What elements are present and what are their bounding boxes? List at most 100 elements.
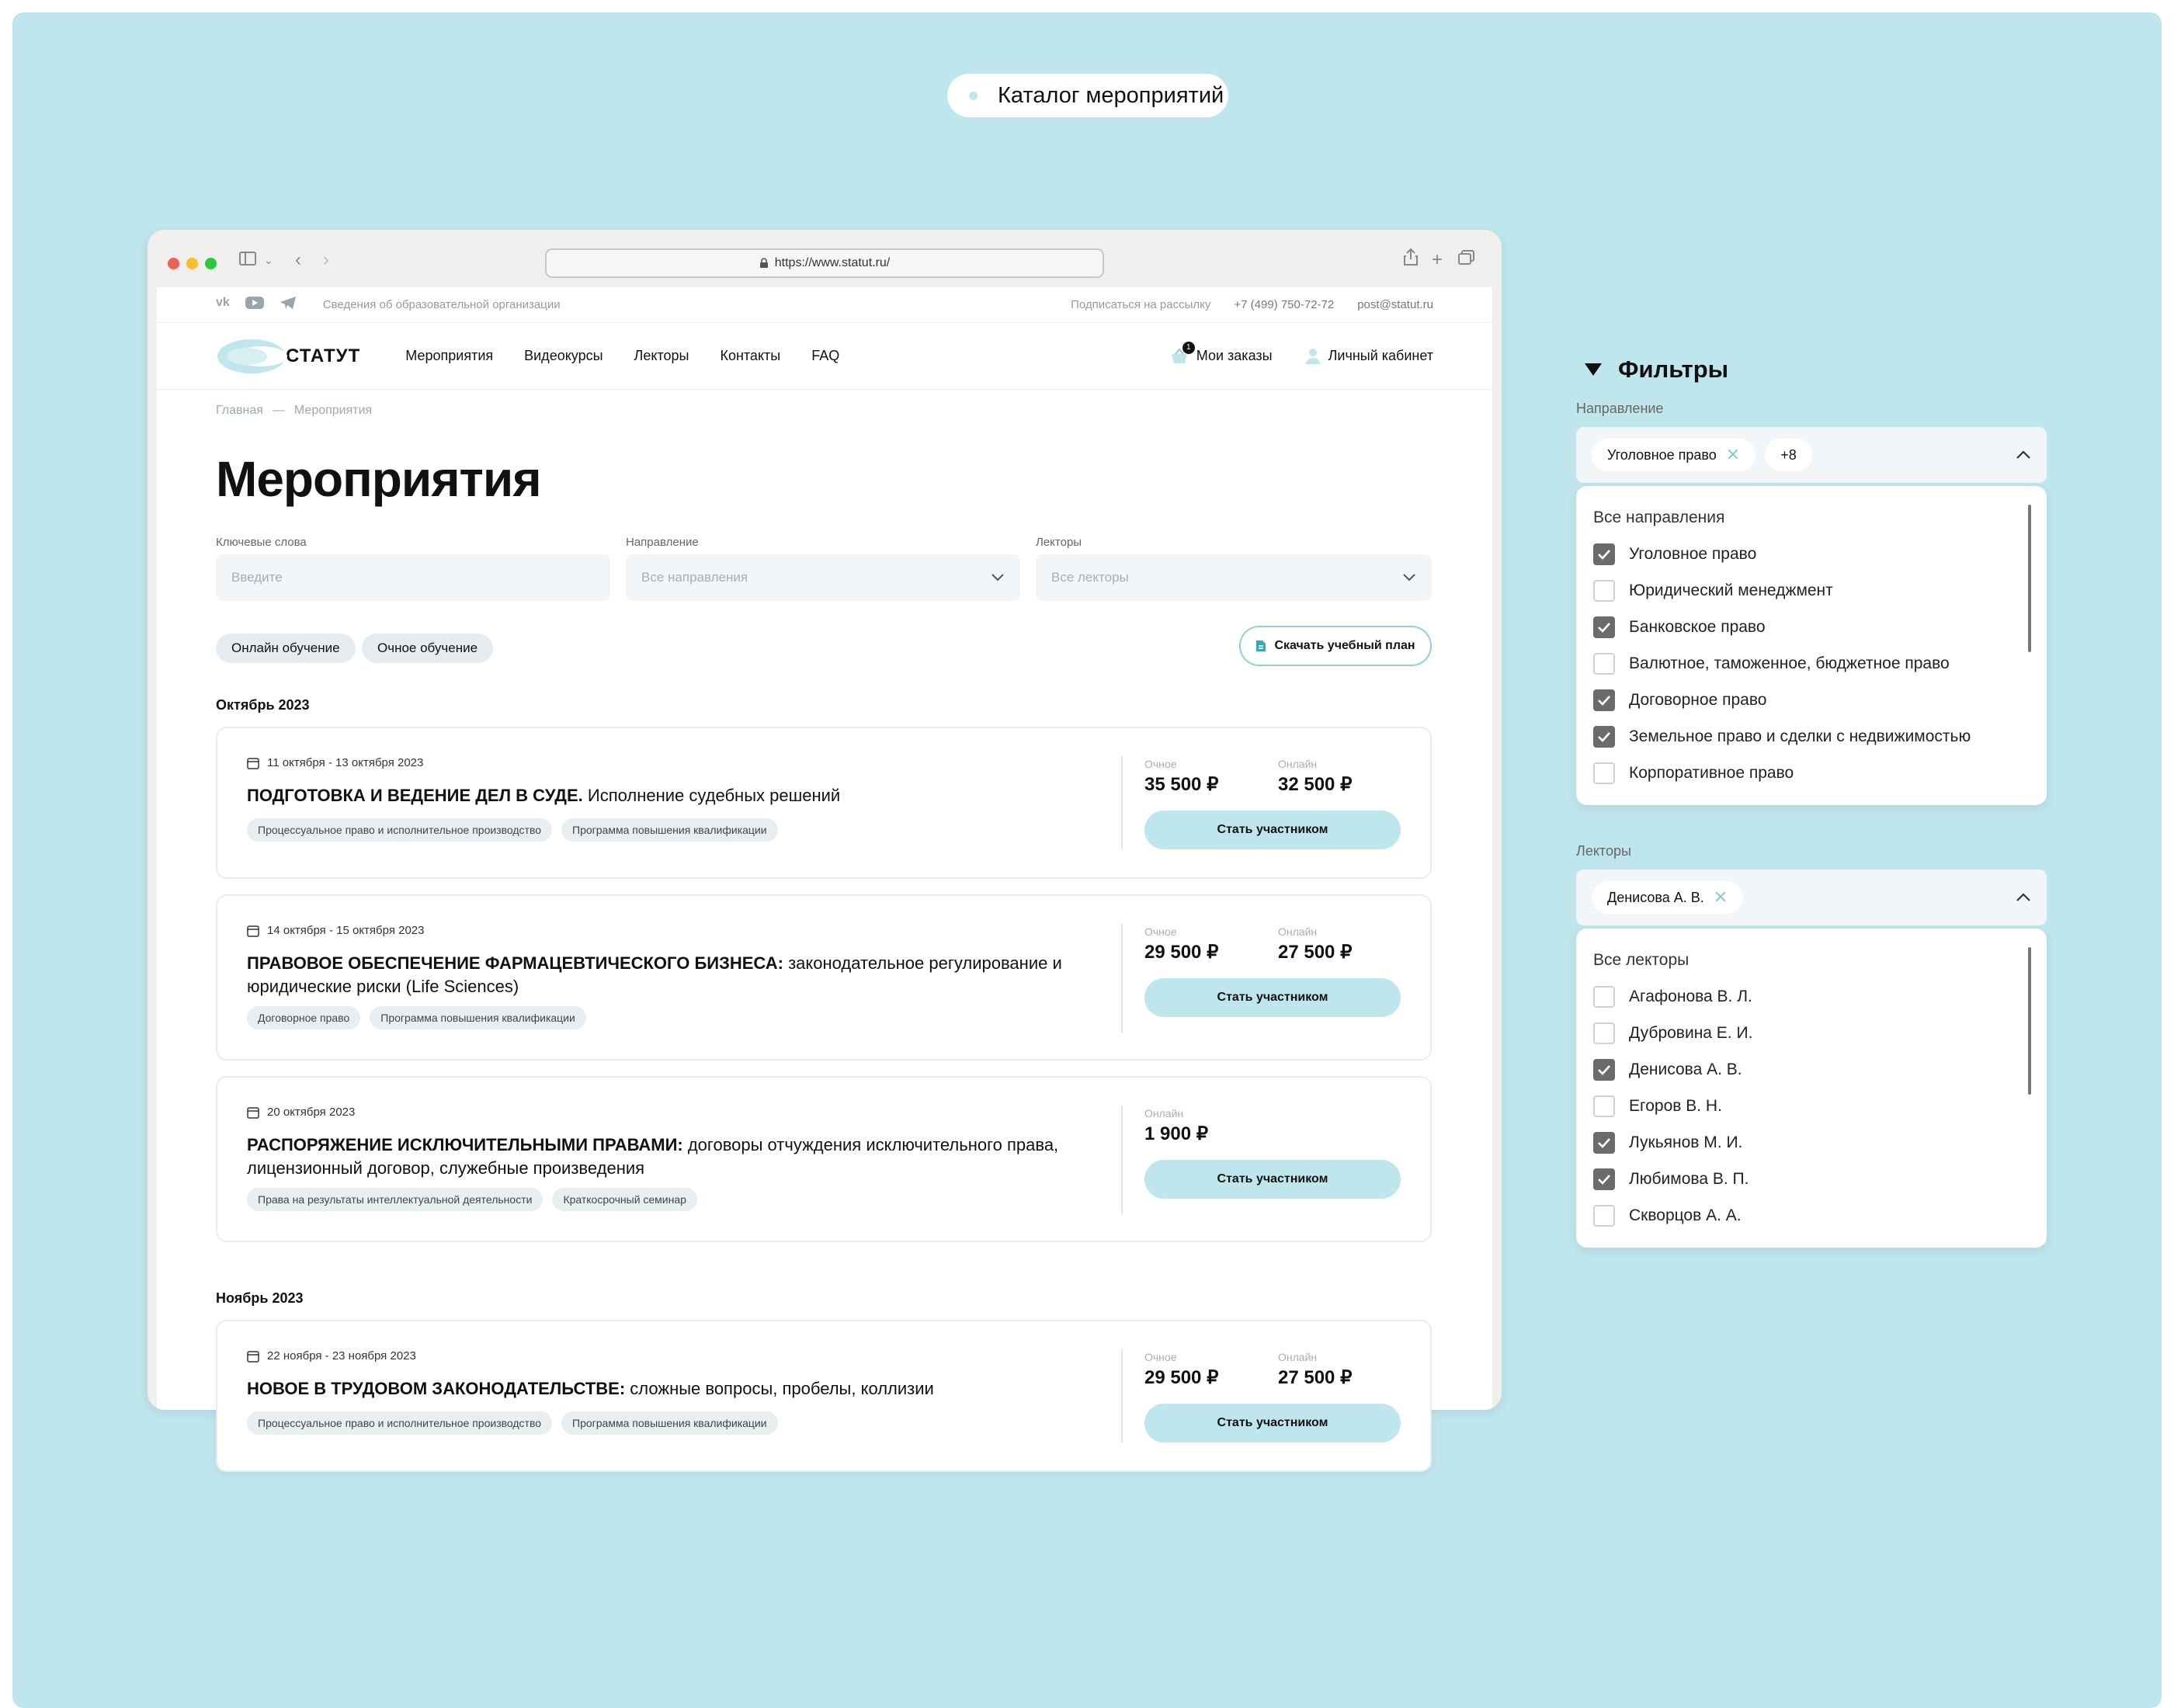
join-button[interactable]: Стать участником (1144, 1160, 1401, 1199)
checkbox-3[interactable] (1593, 652, 1615, 675)
event-title[interactable]: ПОДГОТОВКА И ВЕДЕНИЕ ДЕЛ В СУДЕ. Исполне… (247, 784, 1101, 807)
month-heading: Октябрь 2023 (216, 697, 310, 713)
event-card[interactable]: 14 октября - 15 октября 2023 ПРАВОВОЕ ОБ… (216, 894, 1432, 1061)
dropdown-option[interactable]: Земельное право и сделки с недвижимостью (1593, 718, 2030, 755)
event-card[interactable]: 20 октября 2023 РАСПОРЯЖЕНИЕ ИСКЛЮЧИТЕЛЬ… (216, 1076, 1432, 1242)
chevron-up-icon[interactable] (2016, 893, 2031, 902)
chip-offline[interactable]: Очное обучение (362, 634, 494, 663)
personal-cabinet-button[interactable]: Личный кабинет (1305, 348, 1433, 365)
event-card[interactable]: 22 ноября - 23 ноября 2023 НОВОЕ В ТРУДО… (216, 1320, 1432, 1472)
selected-tag[interactable]: Уголовное право ✕ (1592, 439, 1756, 471)
more-count-badge[interactable]: +8 (1765, 439, 1812, 471)
checkbox-l6[interactable] (1593, 1204, 1615, 1227)
dropdown-option[interactable]: Валютное, таможенное, бюджетное право (1593, 645, 2030, 682)
dropdown-all-option[interactable]: Все направления (1593, 500, 2030, 536)
vk-icon[interactable]: vk (216, 296, 230, 314)
dropdown-option[interactable]: Юридический менеджмент (1593, 572, 2030, 609)
dropdown-option[interactable]: Любимова В. П. (1593, 1161, 2030, 1197)
checkbox-4[interactable] (1593, 689, 1615, 711)
join-button[interactable]: Стать участником (1144, 1404, 1401, 1442)
new-tab-icon[interactable]: + (1432, 248, 1443, 272)
close-icon[interactable]: ✕ (1726, 445, 1740, 465)
share-icon[interactable] (1404, 248, 1418, 272)
nav-link-lecturers[interactable]: Лекторы (634, 348, 689, 364)
logo[interactable]: СТАТУТ (216, 337, 360, 376)
event-title[interactable]: ПРАВОВОЕ ОБЕСПЕЧЕНИЕ ФАРМАЦЕВТИЧЕСКОГО Б… (247, 952, 1101, 998)
join-button[interactable]: Стать участником (1144, 978, 1401, 1017)
close-window-icon[interactable] (168, 258, 179, 269)
maximize-window-icon[interactable] (205, 258, 217, 269)
back-icon[interactable]: ‹ (295, 248, 301, 272)
checkbox-l0[interactable] (1593, 985, 1615, 1008)
email-link[interactable]: post@statut.ru (1357, 298, 1433, 311)
event-title[interactable]: НОВОЕ В ТРУДОВОМ ЗАКОНОДАТЕЛЬСТВЕ: сложн… (247, 1377, 1101, 1401)
dropdown-option[interactable]: Лукьянов М. И. (1593, 1124, 2030, 1161)
chevron-down-icon[interactable]: ⌄ (264, 248, 273, 272)
dropdown-option[interactable]: Скворцов А. А. (1593, 1197, 2030, 1234)
scrollbar-thumb[interactable] (2028, 505, 2031, 652)
browser-window: ⌄ ‹ › https://www.statut.ru/ + vk Сведен… (148, 230, 1502, 1410)
checkbox-5[interactable] (1593, 725, 1615, 748)
chip-online[interactable]: Онлайн обучение (216, 634, 356, 663)
event-tag[interactable]: Программа повышения квалификации (561, 818, 778, 842)
my-orders-button[interactable]: 1 Мои заказы (1170, 341, 1273, 365)
catalog-pill: Каталог мероприятий (947, 74, 1228, 117)
dropdown-option[interactable]: Уголовное право (1593, 536, 2030, 572)
filters-toggle[interactable]: Фильтры (1584, 356, 1728, 384)
lecturers-select[interactable]: Все лекторы (1036, 554, 1432, 601)
checkbox-1[interactable] (1593, 579, 1615, 602)
youtube-icon[interactable] (245, 296, 264, 314)
checkbox-2[interactable] (1593, 616, 1615, 638)
dropdown-all-option[interactable]: Все лекторы (1593, 943, 2030, 978)
dropdown-option[interactable]: Договорное право (1593, 682, 2030, 718)
checkbox-l1[interactable] (1593, 1022, 1615, 1044)
event-tag[interactable]: Программа повышения квалификации (561, 1411, 778, 1435)
address-bar[interactable]: https://www.statut.ru/ (545, 248, 1104, 278)
checkbox-0[interactable] (1593, 543, 1615, 565)
download-plan-button[interactable]: Скачать учебный план (1239, 626, 1432, 666)
selected-tag[interactable]: Денисова А. В. ✕ (1592, 881, 1744, 914)
checkbox-l4[interactable] (1593, 1131, 1615, 1154)
nav-link-events[interactable]: Мероприятия (405, 348, 493, 364)
event-tag[interactable]: Договорное право (247, 1006, 361, 1029)
breadcrumb-home[interactable]: Главная (216, 404, 263, 418)
join-button[interactable]: Стать участником (1144, 811, 1401, 849)
telegram-icon[interactable] (280, 296, 297, 314)
dropdown-option[interactable]: Корпоративное право (1593, 755, 2030, 791)
subscribe-link[interactable]: Подписаться на рассылку (1071, 298, 1210, 311)
event-tag[interactable]: Программа повышения квалификации (370, 1006, 586, 1029)
nav-link-faq[interactable]: FAQ (811, 348, 839, 364)
close-icon[interactable]: ✕ (1714, 887, 1728, 908)
nav-link-contacts[interactable]: Контакты (720, 348, 780, 364)
dropdown-option[interactable]: Денисова А. В. (1593, 1051, 2030, 1088)
direction-filter-select[interactable]: Уголовное право ✕ +8 (1576, 427, 2047, 483)
keywords-input[interactable]: Введите (216, 554, 610, 601)
checkbox-l2[interactable] (1593, 1058, 1615, 1081)
dropdown-option[interactable]: Дубровина Е. И. (1593, 1015, 2030, 1051)
event-card[interactable]: 11 октября - 13 октября 2023 ПОДГОТОВКА … (216, 727, 1432, 879)
lecturers-filter-select[interactable]: Денисова А. В. ✕ (1576, 870, 2047, 925)
chevron-up-icon[interactable] (2016, 450, 2031, 460)
event-tag[interactable]: Краткосрочный семинар (552, 1188, 697, 1211)
nav-link-videocourses[interactable]: Видеокурсы (524, 348, 603, 364)
event-tag[interactable]: Процессуальное право и исполнительное пр… (247, 1411, 553, 1435)
forward-icon[interactable]: › (323, 248, 329, 272)
event-title[interactable]: РАСПОРЯЖЕНИЕ ИСКЛЮЧИТЕЛЬНЫМИ ПРАВАМИ: до… (247, 1133, 1101, 1180)
org-info-link[interactable]: Сведения об образовательной организации (323, 298, 561, 311)
event-tag[interactable]: Процессуальное право и исполнительное пр… (247, 818, 553, 842)
checkbox-6[interactable] (1593, 762, 1615, 784)
event-tag[interactable]: Права на результаты интеллектуальной дея… (247, 1188, 544, 1211)
dropdown-option[interactable]: Егоров В. Н. (1593, 1088, 2030, 1124)
direction-select[interactable]: Все направления (626, 554, 1020, 601)
checkbox-l5[interactable] (1593, 1168, 1615, 1190)
dropdown-option[interactable]: Агафонова В. Л. (1593, 978, 2030, 1015)
option-label: Дубровина Е. И. (1629, 1023, 1753, 1042)
tabs-overview-icon[interactable] (1458, 248, 1475, 272)
phone-link[interactable]: +7 (499) 750-72-72 (1234, 298, 1334, 311)
minimize-window-icon[interactable] (186, 258, 198, 269)
online-price-label: Онлайн (1278, 1351, 1318, 1363)
dropdown-option[interactable]: Банковское право (1593, 609, 2030, 645)
sidebar-toggle-icon[interactable] (239, 248, 256, 272)
scrollbar-thumb[interactable] (2028, 947, 2031, 1095)
checkbox-l3[interactable] (1593, 1095, 1615, 1117)
